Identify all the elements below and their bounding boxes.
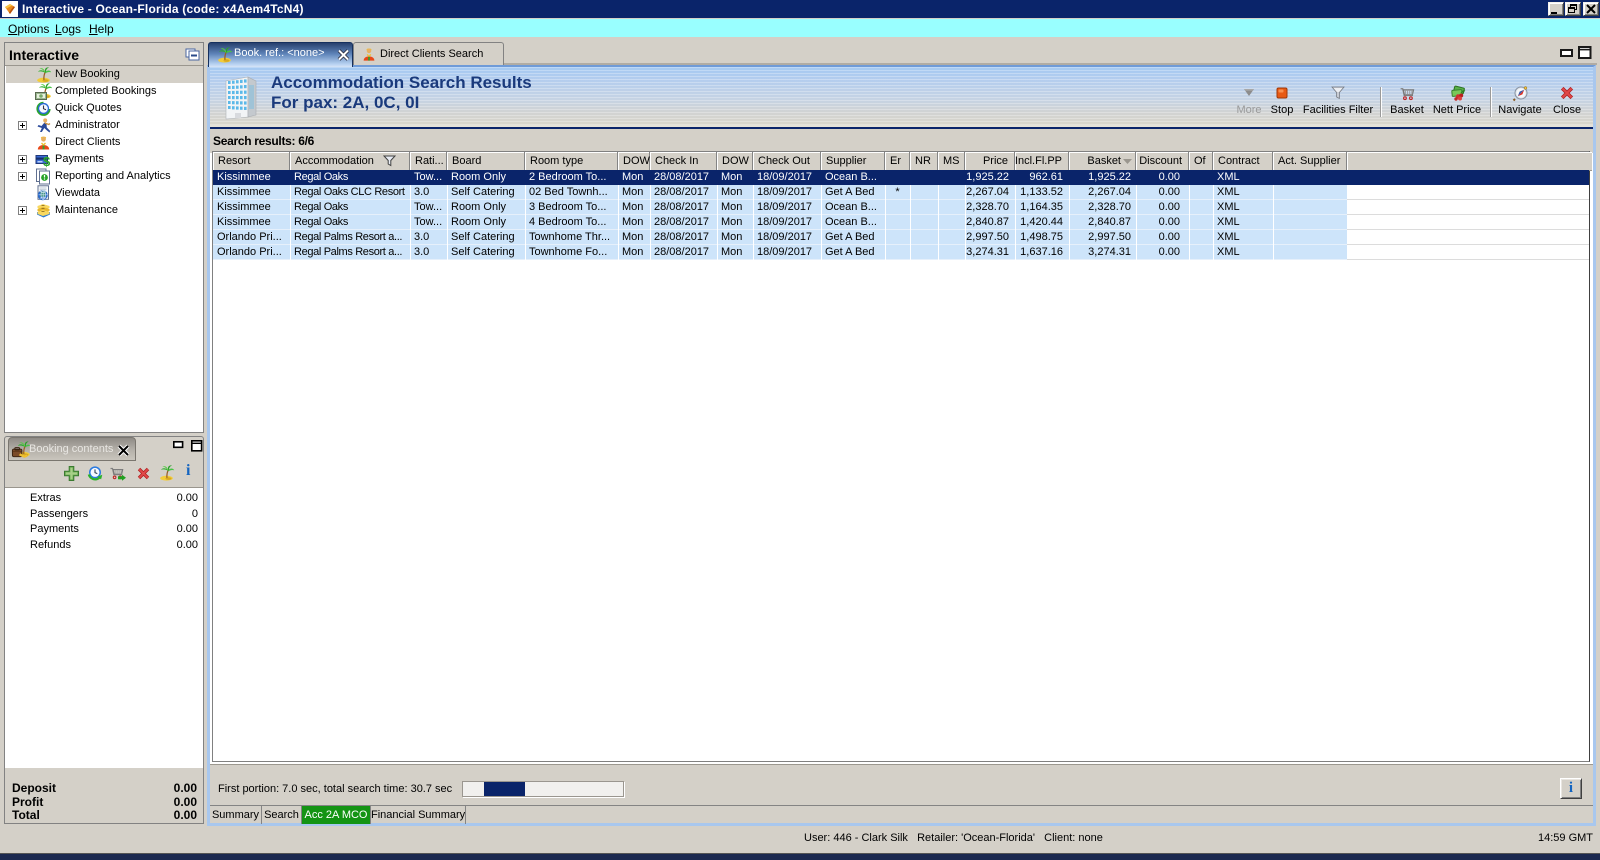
svg-text:$: $ — [43, 154, 51, 168]
